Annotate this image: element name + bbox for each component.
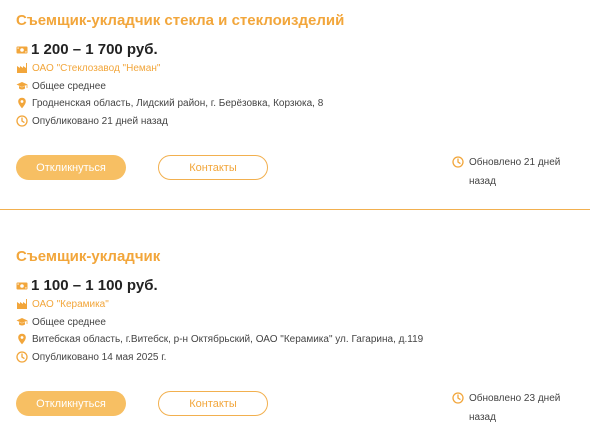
salary: 1 100 – 1 100 руб. xyxy=(31,277,158,294)
clock-icon xyxy=(16,115,28,127)
clock-icon xyxy=(16,351,28,363)
published-row: Опубликовано 21 дней назад xyxy=(16,115,168,127)
vacancy-title[interactable]: Съемщик-укладчик xyxy=(16,248,160,265)
clock-icon xyxy=(452,156,464,168)
contacts-button[interactable]: Контакты xyxy=(158,391,268,416)
location: Витебская область, г.Витебск, р-н Октябр… xyxy=(32,333,424,345)
published-date: Опубликовано 21 дней назад xyxy=(32,115,168,127)
published-row: Опубликовано 14 мая 2025 г. xyxy=(16,351,166,363)
factory-icon xyxy=(16,298,28,310)
company-row: ОАО "Керамика" xyxy=(16,298,109,310)
education-row: Общее среднее xyxy=(16,80,106,92)
respond-button[interactable]: Откликнуться xyxy=(16,155,126,180)
graduation-cap-icon xyxy=(16,316,28,328)
salary-row: 1 200 – 1 700 руб. xyxy=(16,41,158,58)
company-link[interactable]: ОАО "Керамика" xyxy=(32,299,109,310)
published-date: Опубликовано 14 мая 2025 г. xyxy=(32,351,167,363)
vacancy-card: Съемщик-укладчик стекла и стеклоизделий … xyxy=(0,0,590,209)
graduation-cap-icon xyxy=(16,80,28,92)
updated-info: Обновлено 21 дней назад xyxy=(452,153,582,191)
map-pin-icon xyxy=(16,333,28,345)
company-link[interactable]: ОАО "Стеклозавод "Неман" xyxy=(32,63,160,74)
location: Гродненская область, Лидский район, г. Б… xyxy=(32,97,324,109)
card-divider xyxy=(0,209,590,210)
factory-icon xyxy=(16,62,28,74)
company-row: ОАО "Стеклозавод "Неман" xyxy=(16,62,160,74)
salary-row: 1 100 – 1 100 руб. xyxy=(16,277,158,294)
updated-info: Обновлено 23 дней назад xyxy=(452,389,582,426)
location-row: Витебская область, г.Витебск, р-н Октябр… xyxy=(16,333,423,345)
updated-text: Обновлено 21 дней назад xyxy=(469,157,561,187)
contacts-button[interactable]: Контакты xyxy=(158,155,268,180)
salary: 1 200 – 1 700 руб. xyxy=(31,41,158,58)
money-icon xyxy=(16,44,28,56)
map-pin-icon xyxy=(16,97,28,109)
respond-button[interactable]: Откликнуться xyxy=(16,391,126,416)
money-icon xyxy=(16,280,28,292)
updated-text: Обновлено 23 дней назад xyxy=(469,393,561,423)
education-row: Общее среднее xyxy=(16,316,106,328)
clock-icon xyxy=(452,392,464,404)
vacancy-title[interactable]: Съемщик-укладчик стекла и стеклоизделий xyxy=(16,12,344,29)
education: Общее среднее xyxy=(32,80,106,92)
location-row: Гродненская область, Лидский район, г. Б… xyxy=(16,97,323,109)
vacancy-card: Съемщик-укладчик 1 100 – 1 100 руб. ОАО … xyxy=(0,236,590,426)
education: Общее среднее xyxy=(32,316,106,328)
